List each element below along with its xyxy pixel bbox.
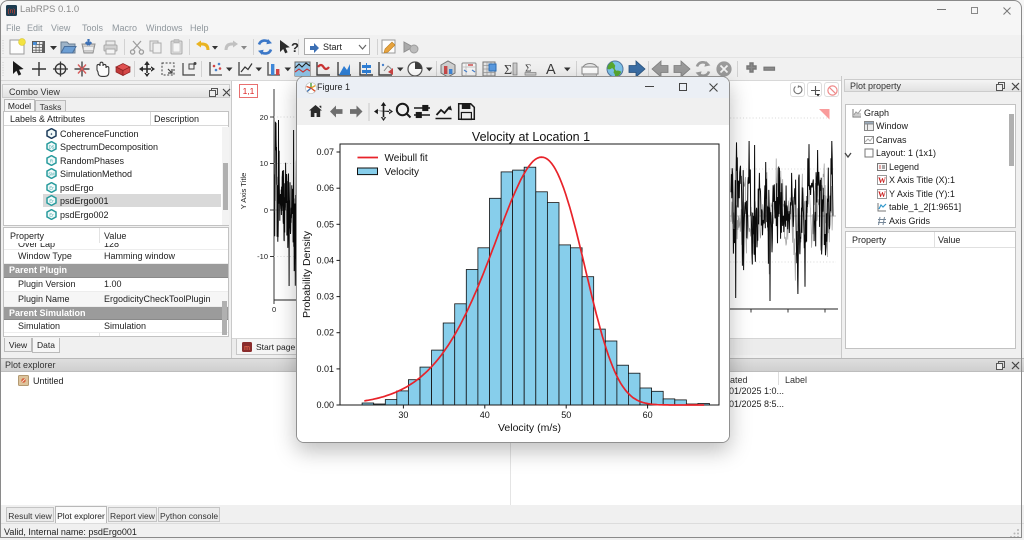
svg-text:30: 30 [398,410,408,420]
svg-text:Y Axis Title: Y Axis Title [239,173,248,210]
svg-text:0.04: 0.04 [316,255,334,265]
svg-text:?: ? [291,40,299,55]
svg-text:0.02: 0.02 [316,328,334,338]
svg-text:50: 50 [561,410,571,420]
svg-text:10: 10 [260,159,268,168]
svg-text:0.05: 0.05 [316,219,334,229]
svg-text:40: 40 [480,410,490,420]
svg-text:-10: -10 [257,252,268,261]
svg-text:W: W [878,176,886,185]
svg-text:Weibull fit: Weibull fit [385,153,428,164]
svg-text:60: 60 [643,410,653,420]
svg-text:Velocity (m/s): Velocity (m/s) [498,422,561,434]
svg-text:Velocity at Location 1: Velocity at Location 1 [472,130,590,144]
svg-text:(n): (n) [8,8,16,15]
svg-text:0.03: 0.03 [316,292,334,302]
svg-text:0.01: 0.01 [316,364,334,374]
svg-text:20: 20 [260,113,268,122]
svg-text:0.00: 0.00 [316,400,334,410]
svg-text:0: 0 [264,206,268,215]
svg-text:0.07: 0.07 [316,147,334,157]
svg-text:W: W [878,190,886,199]
svg-text:Probability Density: Probability Density [301,230,313,318]
svg-text:0.06: 0.06 [316,183,334,193]
svg-text:Velocity: Velocity [385,167,419,178]
svg-text:0: 0 [272,305,276,314]
